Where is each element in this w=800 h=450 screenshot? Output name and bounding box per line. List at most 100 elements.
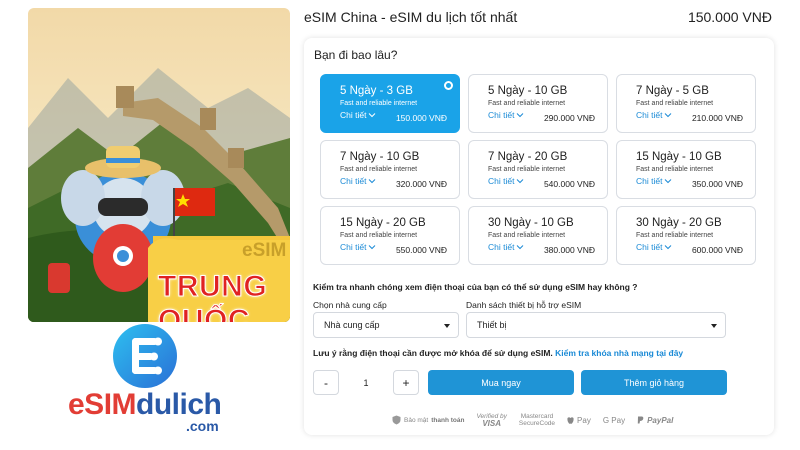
plan-price: 350.000 VNĐ	[691, 179, 743, 189]
plan-price: 550.000 VNĐ	[395, 245, 447, 255]
paypal-label: PayPal	[647, 415, 674, 425]
selected-radio-icon	[444, 81, 453, 90]
brand-name: eSIMdulich	[68, 388, 222, 422]
plan-name: 7 Ngày - 5 GB	[636, 85, 709, 97]
plan-card[interactable]: 5 Ngày - 3 GB Fast and reliable internet…	[320, 74, 460, 133]
secure-payment: Bảo mật thanh toán	[392, 415, 464, 425]
product-price: 150.000 VNĐ	[687, 9, 772, 25]
plan-card[interactable]: 7 Ngày - 5 GB Fast and reliable internet…	[616, 74, 756, 133]
caret-down-icon	[444, 324, 450, 328]
caret-down-icon	[711, 324, 717, 328]
carrier-lock-check-link[interactable]: Kiểm tra khóa nhà mạng tại đây	[555, 348, 683, 358]
plan-name: 30 Ngày - 20 GB	[636, 217, 722, 229]
plan-card[interactable]: 5 Ngày - 10 GB Fast and reliable interne…	[468, 74, 608, 133]
plan-detail-label: Chi tiết	[340, 242, 367, 252]
plan-detail-label: Chi tiết	[340, 176, 367, 186]
plan-name: 5 Ngày - 10 GB	[488, 85, 568, 97]
securecode-label: SecureCode	[518, 420, 556, 427]
add-to-cart-button[interactable]: Thêm giỏ hàng	[581, 370, 727, 395]
plan-card[interactable]: 7 Ngày - 10 GB Fast and reliable interne…	[320, 140, 460, 199]
chevron-down-icon	[369, 245, 376, 250]
secure-payment-strong: thanh toán	[431, 416, 465, 424]
plan-description: Fast and reliable internet	[636, 166, 714, 173]
plan-price: 210.000 VNĐ	[691, 113, 743, 123]
buy-now-button[interactable]: Mua ngay	[428, 370, 574, 395]
chevron-down-icon	[517, 113, 524, 118]
plan-description: Fast and reliable internet	[340, 166, 418, 173]
plan-price: 290.000 VNĐ	[543, 113, 595, 123]
plan-price: 320.000 VNĐ	[395, 179, 447, 189]
apple-pay-label: Pay	[577, 415, 591, 425]
plan-card[interactable]: 30 Ngày - 10 GB Fast and reliable intern…	[468, 206, 608, 265]
apple-icon	[567, 417, 574, 424]
apple-pay-logo: Pay	[567, 416, 591, 425]
plan-card[interactable]: 30 Ngày - 20 GB Fast and reliable intern…	[616, 206, 756, 265]
plan-detail-link[interactable]: Chi tiết	[636, 110, 672, 120]
plan-detail-link[interactable]: Chi tiết	[636, 242, 672, 252]
plan-card[interactable]: 15 Ngày - 20 GB Fast and reliable intern…	[320, 206, 460, 265]
plan-name: 15 Ngày - 10 GB	[636, 151, 722, 163]
plan-detail-label: Chi tiết	[488, 242, 515, 252]
plan-description: Fast and reliable internet	[488, 232, 566, 239]
brand-name-esim: eSIM	[68, 388, 137, 421]
image-esim-badge: eSIM	[242, 240, 287, 261]
plan-description: Fast and reliable internet	[636, 100, 714, 107]
plan-price: 380.000 VNĐ	[543, 245, 595, 255]
verified-by-visa-logo: Verified by VISA	[476, 413, 506, 428]
plan-description: Fast and reliable internet	[488, 100, 566, 107]
plan-detail-label: Chi tiết	[488, 110, 515, 120]
unlock-note-text: Lưu ý rằng điện thoại cần được mở khóa đ…	[313, 348, 553, 358]
plan-detail-link[interactable]: Chi tiết	[488, 176, 524, 186]
paypal-icon	[637, 416, 644, 424]
brand-domain: .com	[186, 418, 219, 434]
plan-card[interactable]: 15 Ngày - 10 GB Fast and reliable intern…	[616, 140, 756, 199]
chevron-down-icon	[665, 113, 672, 118]
plan-detail-link[interactable]: Chi tiết	[636, 176, 672, 186]
product-image: eSIM TRUNG QUỐC	[28, 8, 290, 322]
plan-detail-label: Chi tiết	[636, 242, 663, 252]
provider-label: Chọn nhà cung cấp	[313, 300, 387, 310]
plan-detail-label: Chi tiết	[488, 176, 515, 186]
provider-select[interactable]: Nhà cung cấp	[313, 312, 459, 338]
purchase-panel: Bạn đi bao lâu? 5 Ngày - 3 GB Fast and r…	[304, 38, 774, 435]
google-pay-label: G Pay	[602, 415, 626, 425]
plan-name: 7 Ngày - 20 GB	[488, 151, 568, 163]
plan-detail-link[interactable]: Chi tiết	[340, 110, 376, 120]
chevron-down-icon	[369, 113, 376, 118]
plan-price: 540.000 VNĐ	[543, 179, 595, 189]
product-page: eSIM TRUNG QUỐC eSIMdulich .com eSIM Chi…	[0, 0, 800, 450]
quantity-value[interactable]: 1	[344, 370, 388, 395]
unlock-note: Lưu ý rằng điện thoại cần được mở khóa đ…	[313, 348, 683, 358]
device-select-value: Thiết bị	[477, 320, 507, 330]
device-label: Danh sách thiết bị hỗ trợ eSIM	[466, 300, 582, 310]
duration-question: Bạn đi bao lâu?	[314, 48, 398, 62]
quantity-increase-button[interactable]: +	[393, 370, 419, 395]
image-country-label: TRUNG QUỐC	[158, 270, 268, 323]
brand-name-dulich: dulich	[136, 388, 222, 421]
payment-methods: Bảo mật thanh toán Verified by VISA Mast…	[392, 410, 673, 430]
shield-icon	[392, 415, 401, 425]
plan-detail-link[interactable]: Chi tiết	[488, 242, 524, 252]
chevron-down-icon	[369, 179, 376, 184]
device-select[interactable]: Thiết bị	[466, 312, 726, 338]
provider-select-value: Nhà cung cấp	[324, 320, 380, 330]
quantity-decrease-button[interactable]: -	[313, 370, 339, 395]
mastercard-label: Mastercard	[520, 413, 554, 420]
plan-detail-label: Chi tiết	[636, 110, 663, 120]
plan-detail-label: Chi tiết	[636, 176, 663, 186]
plan-name: 15 Ngày - 20 GB	[340, 217, 426, 229]
plan-description: Fast and reliable internet	[488, 166, 566, 173]
plan-card[interactable]: 7 Ngày - 20 GB Fast and reliable interne…	[468, 140, 608, 199]
plan-detail-link[interactable]: Chi tiết	[340, 242, 376, 252]
visa-label: VISA	[482, 419, 501, 428]
mastercard-securecode-logo: Mastercard SecureCode	[519, 413, 555, 427]
plan-detail-link[interactable]: Chi tiết	[488, 110, 524, 120]
plan-description: Fast and reliable internet	[340, 100, 418, 107]
brand-logo-icon	[113, 324, 177, 388]
plan-detail-link[interactable]: Chi tiết	[340, 176, 376, 186]
chevron-down-icon	[517, 245, 524, 250]
paypal-logo: PayPal	[637, 416, 673, 425]
plan-name: 5 Ngày - 3 GB	[340, 85, 413, 97]
plan-description: Fast and reliable internet	[340, 232, 418, 239]
secure-payment-label: Bảo mật	[404, 416, 429, 424]
